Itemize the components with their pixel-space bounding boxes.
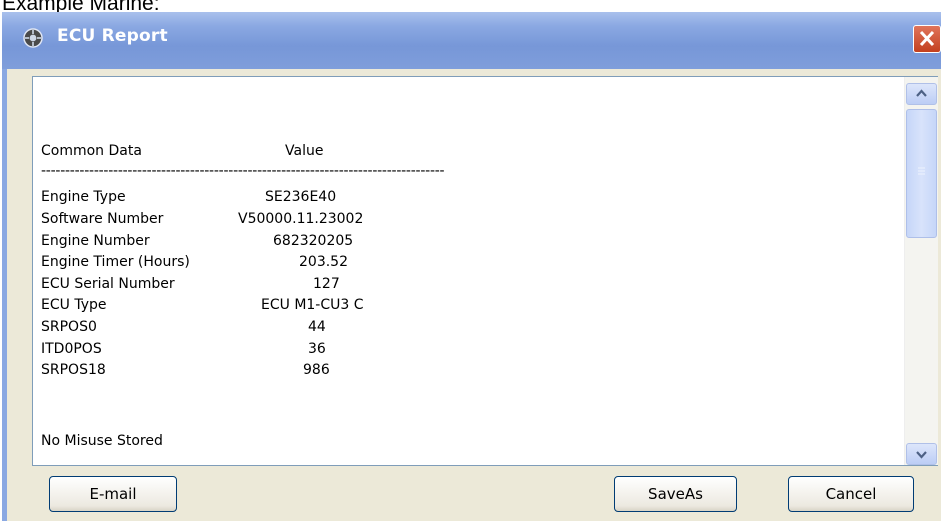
row-label: Engine Type <box>41 189 126 205</box>
scroll-down-button[interactable] <box>906 443 937 465</box>
row-label: ITD0POS <box>41 341 102 357</box>
ecu-report-window: ECU Report Common Data Value -----------… <box>2 12 941 521</box>
row-value: 44 <box>308 319 326 335</box>
row-value: 36 <box>308 341 326 357</box>
cancel-button[interactable]: Cancel <box>788 476 914 512</box>
row-value: 682320205 <box>273 233 354 249</box>
separator-line: ----------------------------------------… <box>41 163 445 179</box>
vertical-scrollbar[interactable] <box>904 77 938 465</box>
row-label: Engine Number <box>41 233 150 249</box>
row-label: ECU Type <box>41 297 107 313</box>
close-button[interactable] <box>913 25 941 53</box>
row-value: 986 <box>303 362 330 378</box>
window-left-border <box>2 69 7 521</box>
window-title: ECU Report <box>57 26 168 46</box>
row-value: ECU M1-CU3 C <box>261 297 364 313</box>
title-bar[interactable]: ECU Report <box>2 12 941 69</box>
report-textbox[interactable]: Common Data Value ----------------------… <box>32 76 938 466</box>
row-value: V50000.11.23002 <box>238 211 364 227</box>
row-label: Engine Timer (Hours) <box>41 254 190 270</box>
column-header-value: Value <box>285 143 324 159</box>
email-button[interactable]: E-mail <box>49 476 177 512</box>
report-content: Common Data Value ----------------------… <box>41 77 901 465</box>
scroll-up-button[interactable] <box>906 83 937 105</box>
row-value: SE236E40 <box>265 189 337 205</box>
row-label: SRPOS0 <box>41 319 97 335</box>
misuse-status: No Misuse Stored <box>41 433 163 449</box>
row-label: Software Number <box>41 211 164 227</box>
row-label: SRPOS18 <box>41 362 106 378</box>
saveas-button[interactable]: SaveAs <box>614 476 737 512</box>
row-label: ECU Serial Number <box>41 276 175 292</box>
row-value: 127 <box>313 276 340 292</box>
arrow-up-icon <box>916 89 927 97</box>
grip-icon <box>918 167 925 175</box>
close-icon <box>919 30 935 47</box>
arrow-down-icon <box>916 451 927 459</box>
row-value: 203.52 <box>299 254 348 270</box>
gear-icon <box>23 28 43 48</box>
column-header-label: Common Data <box>41 143 142 159</box>
scroll-thumb[interactable] <box>906 109 937 238</box>
